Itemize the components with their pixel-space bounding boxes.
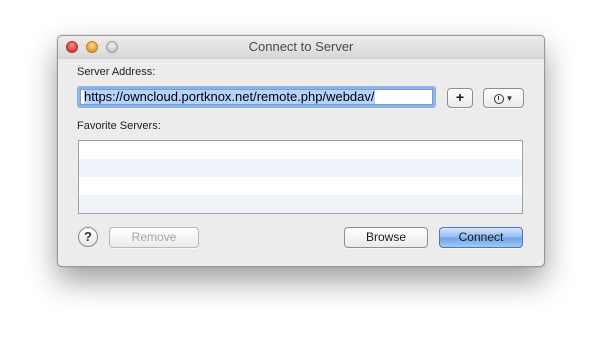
connect-to-server-window: Connect to Server Server Address: https:… [57,35,545,267]
window-title: Connect to Server [248,39,354,54]
server-address-label: Server Address: [77,66,156,78]
help-button[interactable]: ? [78,227,98,247]
clock-icon [493,93,504,104]
connect-button[interactable]: Connect [439,227,523,248]
browse-button[interactable]: Browse [344,227,428,248]
server-address-field[interactable]: https://owncloud.portknox.net/remote.php… [77,86,436,108]
list-row [79,195,522,213]
favorite-servers-list[interactable] [78,140,523,214]
list-row [79,159,522,177]
favorite-servers-label: Favorite Servers: [77,120,161,132]
list-row [79,141,522,159]
remove-button[interactable]: Remove [109,227,199,248]
chevron-down-icon: ▼ [505,93,514,103]
recent-servers-button[interactable]: ▼ [483,88,524,108]
list-row [79,177,522,195]
server-address-value: https://owncloud.portknox.net/remote.php… [84,89,375,104]
title-bar[interactable]: Connect to Server [58,36,544,59]
server-address-input[interactable]: https://owncloud.portknox.net/remote.php… [80,89,433,105]
add-favorite-button[interactable]: + [447,88,473,108]
